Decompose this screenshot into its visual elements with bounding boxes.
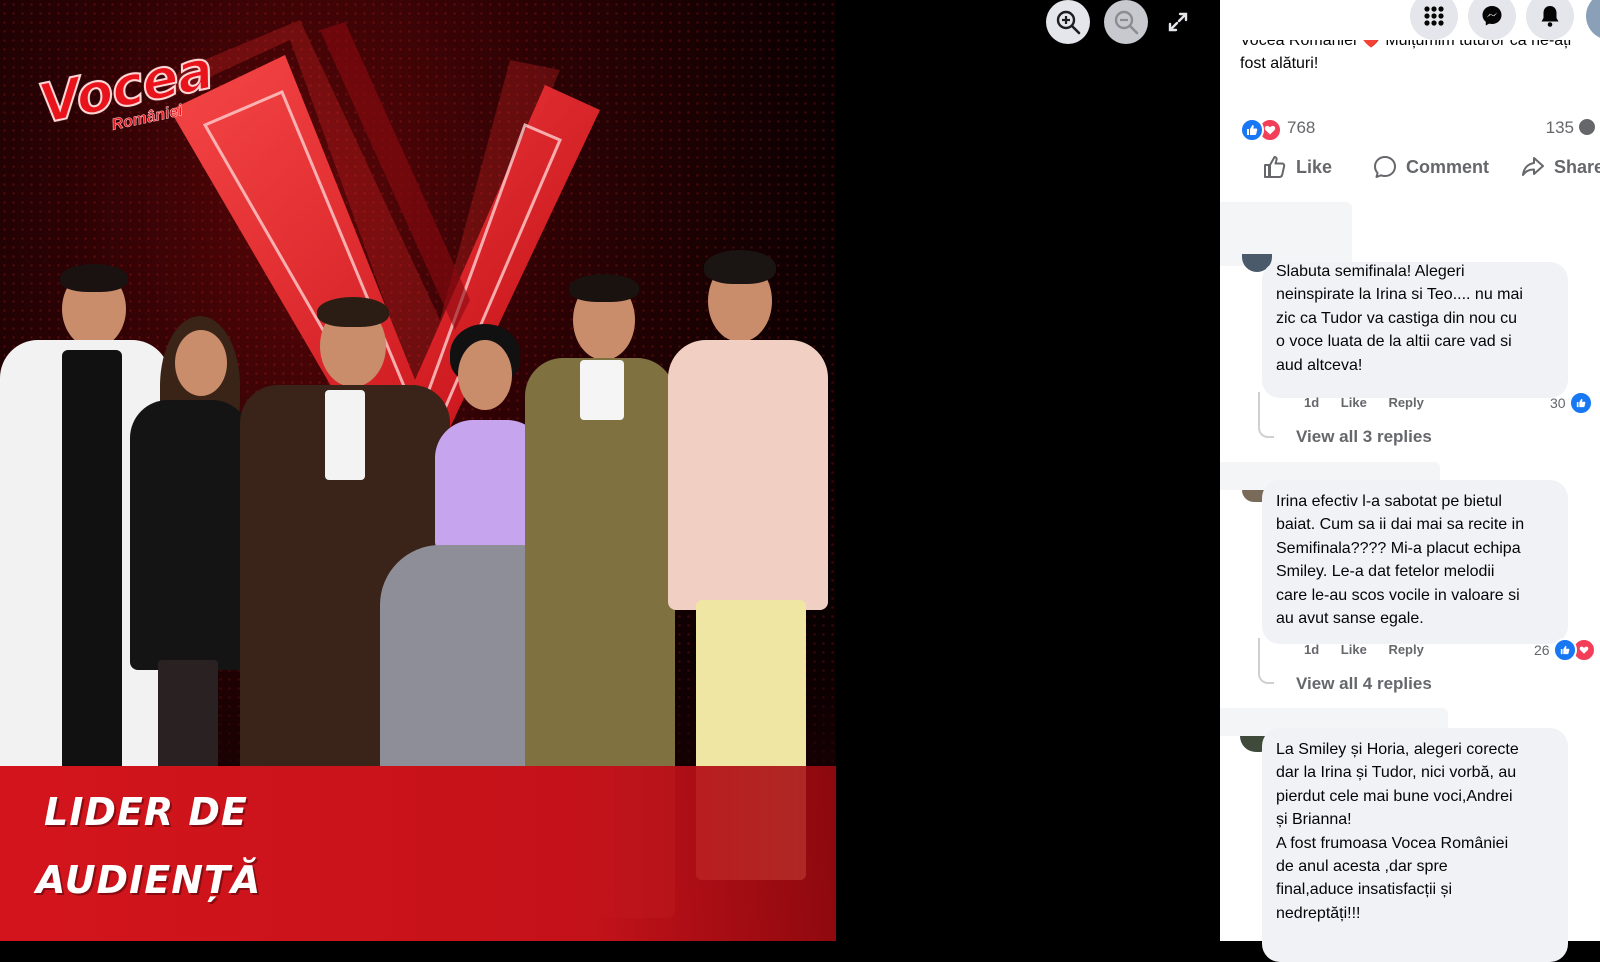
fullscreen-icon: [1168, 12, 1188, 32]
like-reaction-icon: [1240, 118, 1264, 142]
comment-bubble: Slabuta semifinala! Alegeri neinspirate …: [1262, 262, 1568, 398]
comment-text: La Smiley și Horia, alegeri corecte dar …: [1276, 741, 1519, 922]
view-replies-link[interactable]: View all 3 replies: [1296, 427, 1432, 447]
post-actions: Like Comment Share: [1240, 152, 1600, 188]
reactions-summary[interactable]: 768 135: [1240, 116, 1595, 142]
photo-viewer: Vocea României LIDER DE AUDIENȚĂ: [0, 0, 1220, 941]
thumbs-up-icon: [1264, 156, 1286, 178]
comment-reaction-count: 26: [1534, 642, 1550, 658]
comment-like-link[interactable]: Like: [1341, 642, 1367, 657]
redacted-commenter-name: [1220, 202, 1352, 266]
banner-line-1: LIDER DE: [44, 790, 248, 834]
notifications-button[interactable]: [1526, 0, 1574, 40]
comment-meta: 1d Like Reply: [1304, 642, 1442, 657]
like-reaction-icon: [1552, 638, 1577, 662]
like-button-label: Like: [1296, 156, 1333, 177]
comment-reaction-count: 30: [1550, 395, 1566, 411]
notifications-bell-icon: [1541, 6, 1559, 27]
profile-avatar[interactable]: [1586, 0, 1600, 40]
share-arrow-icon: [1522, 157, 1544, 176]
zoom-out-button[interactable]: [1104, 0, 1148, 44]
zoom-out-icon: [1114, 10, 1139, 35]
reaction-count[interactable]: 768: [1287, 118, 1315, 138]
comment-reply-link[interactable]: Reply: [1388, 395, 1423, 410]
comment-button[interactable]: Comment: [1372, 152, 1489, 182]
caption-line-1: Vocea României ❤️ Mulțumim tuturor că ne…: [1240, 40, 1572, 49]
caption-line-2: fost alături!: [1240, 55, 1319, 72]
comment-reply-link[interactable]: Reply: [1388, 642, 1423, 657]
messenger-button[interactable]: [1468, 0, 1516, 40]
thread-connector: [1258, 392, 1274, 438]
view-replies-link[interactable]: View all 4 replies: [1296, 674, 1432, 694]
comment-button-label: Comment: [1406, 156, 1490, 177]
like-button[interactable]: Like: [1262, 152, 1332, 182]
comment-age[interactable]: 1d: [1304, 642, 1319, 657]
comment-text: Irina efectiv l-a sabotat pe bietul baia…: [1276, 493, 1525, 628]
menu-button[interactable]: [1410, 0, 1458, 40]
zoom-in-icon: [1056, 10, 1081, 35]
comment-bubble-icon: [1579, 119, 1595, 135]
share-button[interactable]: Share: [1520, 152, 1600, 182]
apps-grid-icon: [1424, 6, 1444, 26]
comment-reactions[interactable]: 26: [1534, 638, 1596, 662]
banner-line-2: AUDIENȚĂ: [36, 858, 262, 902]
zoom-in-button[interactable]: [1046, 0, 1090, 44]
comment-bubble: La Smiley și Horia, alegeri corecte dar …: [1262, 728, 1568, 962]
comment-meta: 1d Like Reply: [1304, 395, 1442, 410]
messenger-icon: [1482, 6, 1502, 26]
share-button-label: Share: [1554, 156, 1600, 177]
comment-count-value: 135: [1545, 118, 1574, 137]
post-caption: Vocea României ❤️ Mulțumim tuturor că ne…: [1240, 40, 1585, 75]
like-reaction-icon: [1568, 391, 1593, 415]
thread-connector: [1258, 638, 1274, 684]
caption-clipped-line: Vocea României ❤️ Mulțumim tuturor că ne…: [1240, 40, 1585, 52]
comment-count[interactable]: 135: [1546, 118, 1595, 138]
comment-like-link[interactable]: Like: [1341, 395, 1367, 410]
fullscreen-button[interactable]: [1160, 0, 1196, 44]
post-photo[interactable]: Vocea României LIDER DE AUDIENȚĂ: [0, 0, 836, 941]
comment-bubble: Irina efectiv l-a sabotat pe bietul baia…: [1262, 480, 1568, 644]
comment-text: Slabuta semifinala! Alegeri neinspirate …: [1276, 263, 1523, 374]
comment-age[interactable]: 1d: [1304, 395, 1319, 410]
comment-icon: [1374, 156, 1396, 178]
comment-reactions[interactable]: 30: [1550, 391, 1593, 415]
